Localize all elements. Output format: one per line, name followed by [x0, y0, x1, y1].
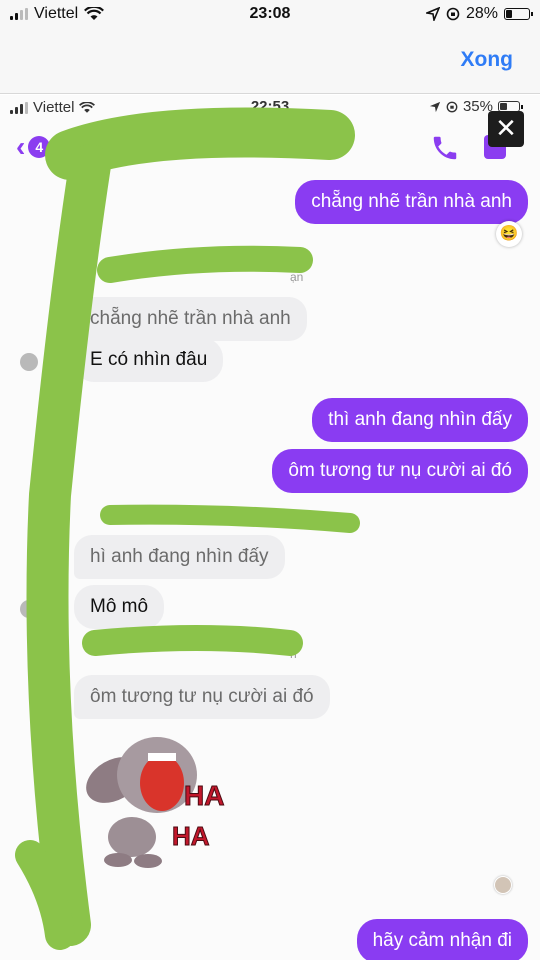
laughing-rabbit-sticker[interactable]: HA HA	[72, 725, 242, 875]
status-bar: Viettel 23:08 28%	[0, 0, 540, 30]
outgoing-message[interactable]: chẵng nhẽ trần nhà anh	[295, 180, 528, 224]
inner-rotation-lock-icon	[446, 101, 458, 112]
reply-indicator: ạn	[290, 270, 304, 284]
outgoing-message[interactable]: ôm tương tư nụ cười ai đó	[272, 449, 528, 493]
phone-icon[interactable]	[430, 133, 460, 163]
seen-avatar	[494, 876, 512, 894]
sender-avatar	[20, 845, 38, 863]
screen: Viettel 23:08 28% Xong Viettel 22:53 35%…	[0, 0, 540, 960]
inner-location-icon	[429, 101, 441, 112]
chat-screenshot: Viettel 22:53 35% ‹ 4 ✕ chẵng nhẽ trần n…	[0, 95, 540, 960]
sticker-text: HA	[172, 821, 210, 851]
sticker-text: HA	[184, 780, 224, 811]
reaction-icon: 😆	[496, 221, 522, 247]
viewer-header: Xong	[0, 30, 540, 94]
back-button[interactable]: ‹ 4	[16, 131, 51, 162]
done-button[interactable]: Xong	[461, 48, 514, 72]
quoted-message: ôm tương tư nụ cười ai đó	[74, 675, 330, 719]
chevron-left-icon: ‹	[16, 131, 26, 162]
status-right: 28%	[425, 5, 533, 23]
reply-indicator: n	[290, 647, 297, 661]
rotation-lock-icon	[446, 7, 460, 21]
sender-avatar	[20, 353, 38, 371]
close-button[interactable]: ✕	[488, 111, 524, 147]
incoming-message[interactable]: Mô mô	[74, 585, 165, 629]
quoted-message: chẵng nhẽ trần nhà anh	[74, 297, 307, 341]
battery-percent: 28%	[465, 5, 498, 22]
location-icon	[425, 7, 440, 21]
sender-avatar	[20, 600, 38, 618]
outgoing-message[interactable]: thì anh đang nhìn đấy	[312, 398, 528, 442]
battery-icon	[504, 8, 533, 20]
quoted-message: hì anh đang nhìn đấy	[74, 535, 285, 579]
inner-status-bar: Viettel 22:53 35%	[0, 95, 540, 119]
unread-count-badge: 4	[28, 136, 51, 158]
outgoing-message[interactable]: hãy cảm nhận đi	[356, 919, 528, 960]
incoming-message[interactable]: E có nhìn đâu	[74, 338, 224, 382]
